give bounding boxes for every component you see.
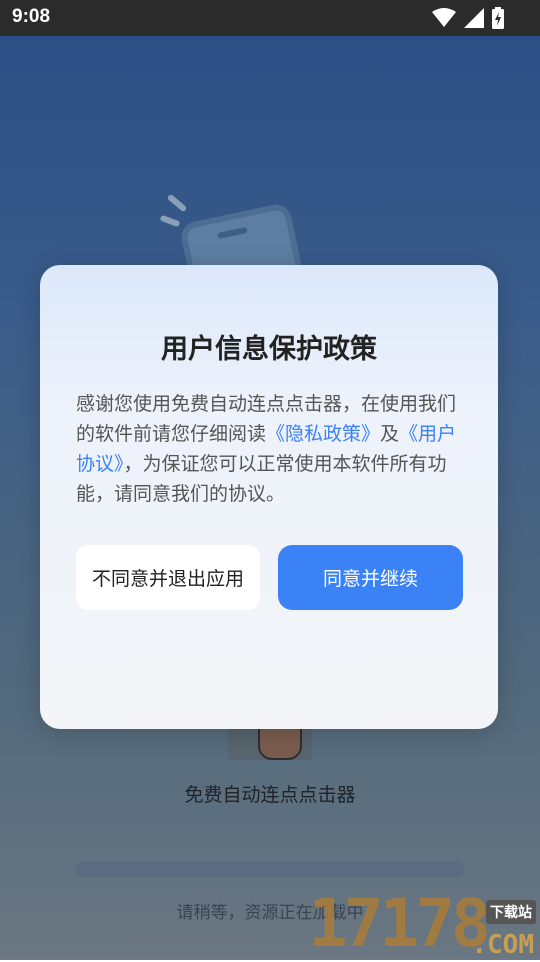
watermark-logo: 17178 下载站 .COM xyxy=(308,885,538,962)
privacy-policy-link[interactable]: 《隐私政策》 xyxy=(266,423,380,445)
dialog-body: 感谢您使用免费自动连点点击器，在使用我们的软件前请您仔细阅读《隐私政策》及《用户… xyxy=(76,389,462,509)
wifi-icon xyxy=(432,8,456,27)
privacy-policy-dialog: 用户信息保护政策 感谢您使用免费自动连点点击器，在使用我们的软件前请您仔细阅读《… xyxy=(40,265,498,729)
status-icons xyxy=(432,7,504,29)
body-text-and: 及 xyxy=(380,423,400,445)
agree-continue-button[interactable]: 同意并继续 xyxy=(278,545,463,610)
tapping-hand-icon xyxy=(228,726,312,760)
watermark-domain: .COM xyxy=(471,930,534,960)
cell-signal-icon xyxy=(464,8,484,28)
watermark-site-label: 下载站 xyxy=(486,900,536,924)
body-text-2: ，为保证您可以正常使用本软件所有功能，请同意我们的协议。 xyxy=(76,453,447,505)
dialog-title: 用户信息保护政策 xyxy=(161,334,377,365)
loading-progress-bar xyxy=(75,861,465,878)
app-name: 免费自动连点点击器 xyxy=(184,784,356,806)
watermark-number: 17178 xyxy=(308,885,491,962)
battery-charging-icon xyxy=(492,7,504,29)
status-bar: 9:08 xyxy=(0,0,540,36)
status-time: 9:08 xyxy=(12,6,51,27)
decline-exit-button[interactable]: 不同意并退出应用 xyxy=(76,545,260,610)
